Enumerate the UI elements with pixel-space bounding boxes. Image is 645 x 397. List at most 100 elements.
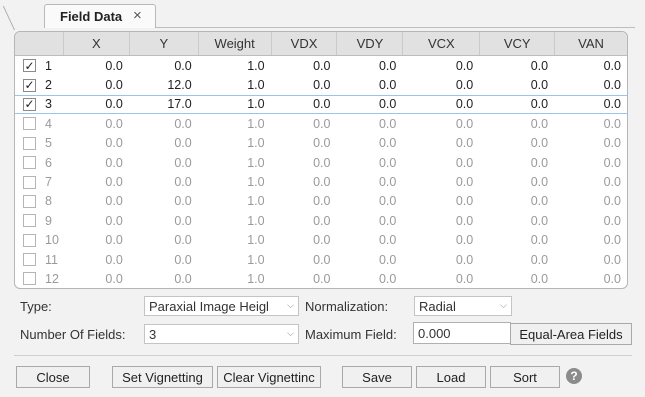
table-row[interactable]: 11 0.0 0.0 1.0 0.0 0.0 0.0 0.0 0.0 [15,250,627,269]
tab-field-data[interactable]: Field Data × [44,4,156,28]
cell-vcx[interactable]: 0.0 [402,96,479,113]
cell-van[interactable]: 0.0 [554,250,627,269]
cell-y[interactable]: 0.0 [129,56,198,75]
load-button[interactable]: Load [416,366,486,388]
maximum-field-input[interactable]: 0.000 [413,322,511,344]
row-checkbox[interactable] [23,194,36,208]
cell-weight[interactable]: 1.0 [198,231,271,250]
cell-weight[interactable]: 1.0 [198,172,271,191]
cell-vcx[interactable]: 0.0 [402,211,479,230]
cell-weight[interactable]: 1.0 [198,114,271,133]
cell-weight[interactable]: 1.0 [198,269,271,288]
column-header-x[interactable]: X [62,32,129,55]
cell-y[interactable]: 0.0 [129,269,198,288]
cell-y[interactable]: 0.0 [129,192,198,211]
cell-vcx[interactable]: 0.0 [402,153,479,172]
cell-x[interactable]: 0.0 [63,172,129,191]
row-checkbox[interactable]: ✓ [23,59,36,73]
cell-vdx[interactable]: 0.0 [271,75,337,94]
column-header[interactable] [15,32,63,55]
cell-y[interactable]: 0.0 [129,114,198,133]
cell-vcx[interactable]: 0.0 [402,250,479,269]
table-row[interactable]: 10 0.0 0.0 1.0 0.0 0.0 0.0 0.0 0.0 [15,231,627,250]
cell-van[interactable]: 0.0 [554,269,627,288]
close-icon[interactable]: × [133,7,142,24]
cell-x[interactable]: 0.0 [63,114,129,133]
cell-van[interactable]: 0.0 [554,134,627,153]
cell-vcx[interactable]: 0.0 [402,192,479,211]
table-row[interactable]: 7 0.0 0.0 1.0 0.0 0.0 0.0 0.0 0.0 [15,172,627,191]
cell-vcy[interactable]: 0.0 [479,211,554,230]
cell-y[interactable]: 0.0 [129,134,198,153]
row-checkbox[interactable] [23,117,36,131]
cell-vcy[interactable]: 0.0 [479,269,554,288]
close-button[interactable]: Close [16,366,90,388]
cell-weight[interactable]: 1.0 [198,211,271,230]
table-row[interactable]: ✓ 3 0.0 17.0 1.0 0.0 0.0 0.0 0.0 0.0 [15,94,627,115]
cell-vcy[interactable]: 0.0 [479,153,554,172]
cell-vdy[interactable]: 0.0 [336,75,402,94]
column-header-vdy[interactable]: VDY [336,32,402,55]
cell-vdx[interactable]: 0.0 [271,96,337,113]
row-checkbox[interactable] [23,233,36,247]
cell-vdy[interactable]: 0.0 [336,250,402,269]
cell-vcy[interactable]: 0.0 [479,172,554,191]
cell-vcy[interactable]: 0.0 [479,75,554,94]
cell-x[interactable]: 0.0 [63,269,129,288]
cell-vdy[interactable]: 0.0 [336,96,402,113]
cell-vcx[interactable]: 0.0 [402,172,479,191]
cell-vdy[interactable]: 0.0 [336,172,402,191]
cell-vcx[interactable]: 0.0 [402,56,479,75]
row-checkbox[interactable] [23,136,36,150]
help-icon[interactable]: ? [566,368,582,384]
cell-weight[interactable]: 1.0 [198,75,271,94]
cell-van[interactable]: 0.0 [554,153,627,172]
cell-van[interactable]: 0.0 [554,192,627,211]
cell-vdy[interactable]: 0.0 [336,56,402,75]
cell-weight[interactable]: 1.0 [198,56,271,75]
cell-y[interactable]: 12.0 [129,75,198,94]
cell-vcx[interactable]: 0.0 [402,269,479,288]
cell-vdx[interactable]: 0.0 [271,192,337,211]
column-header-vcx[interactable]: VCX [402,32,479,55]
cell-van[interactable]: 0.0 [554,231,627,250]
row-checkbox[interactable] [23,156,36,170]
cell-y[interactable]: 0.0 [129,231,198,250]
cell-van[interactable]: 0.0 [554,75,627,94]
cell-vdx[interactable]: 0.0 [271,269,337,288]
cell-vcx[interactable]: 0.0 [402,114,479,133]
cell-vcx[interactable]: 0.0 [402,231,479,250]
cell-vcy[interactable]: 0.0 [479,192,554,211]
cell-vdy[interactable]: 0.0 [336,134,402,153]
cell-weight[interactable]: 1.0 [198,250,271,269]
row-checkbox[interactable]: ✓ [23,78,36,92]
cell-weight[interactable]: 1.0 [198,134,271,153]
row-checkbox[interactable]: ✓ [23,97,36,111]
cell-y[interactable]: 0.0 [129,211,198,230]
cell-x[interactable]: 0.0 [63,134,129,153]
cell-weight[interactable]: 1.0 [198,96,271,113]
cell-van[interactable]: 0.0 [554,172,627,191]
table-row[interactable]: 5 0.0 0.0 1.0 0.0 0.0 0.0 0.0 0.0 [15,134,627,153]
table-row[interactable]: 4 0.0 0.0 1.0 0.0 0.0 0.0 0.0 0.0 [15,114,627,133]
table-row[interactable]: ✓ 1 0.0 0.0 1.0 0.0 0.0 0.0 0.0 0.0 [15,56,627,75]
column-header-weight[interactable]: Weight [197,32,271,55]
number-of-fields-select[interactable]: 3 ⌵ [144,324,299,344]
cell-weight[interactable]: 1.0 [198,192,271,211]
cell-vdx[interactable]: 0.0 [271,231,337,250]
cell-vcy[interactable]: 0.0 [479,56,554,75]
cell-van[interactable]: 0.0 [554,96,627,113]
table-row[interactable]: ✓ 2 0.0 12.0 1.0 0.0 0.0 0.0 0.0 0.0 [15,75,627,94]
cell-vcx[interactable]: 0.0 [402,75,479,94]
cell-vcy[interactable]: 0.0 [479,96,554,113]
cell-y[interactable]: 17.0 [129,96,198,113]
cell-x[interactable]: 0.0 [63,56,129,75]
type-select[interactable]: Paraxial Image Heigl ⌵ [144,296,299,316]
row-checkbox[interactable] [23,214,36,228]
row-checkbox[interactable] [23,175,36,189]
cell-van[interactable]: 0.0 [554,114,627,133]
cell-x[interactable]: 0.0 [63,75,129,94]
cell-vcx[interactable]: 0.0 [402,134,479,153]
cell-weight[interactable]: 1.0 [198,153,271,172]
clear-vignetting-button[interactable]: Clear Vignettinc [217,366,321,388]
